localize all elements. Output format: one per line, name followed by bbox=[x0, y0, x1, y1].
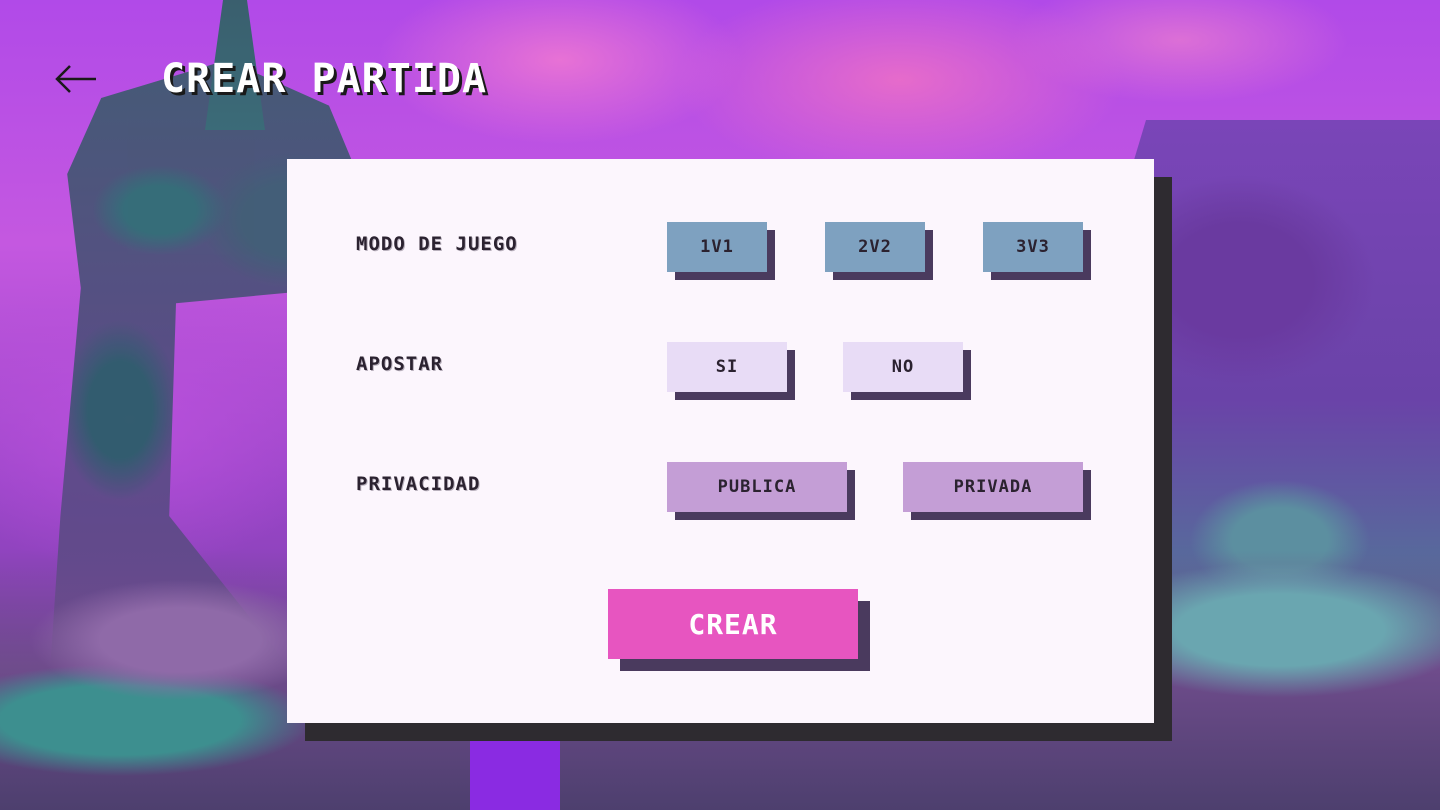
mode-2v2-button[interactable]: 2V2 bbox=[825, 222, 925, 272]
mode-1v1-button[interactable]: 1V1 bbox=[667, 222, 767, 272]
privacy-public-button[interactable]: PUBLICA bbox=[667, 462, 847, 512]
bet-no-button[interactable]: NO bbox=[843, 342, 963, 392]
page-title: CREAR PARTIDA bbox=[161, 56, 488, 102]
arrow-left-icon bbox=[55, 65, 96, 93]
create-button[interactable]: CREAR bbox=[608, 589, 858, 659]
privacy-private-button[interactable]: PRIVADA bbox=[903, 462, 1083, 512]
back-button[interactable] bbox=[54, 62, 100, 96]
create-match-panel: MODO DE JUEGO 1V1 2V2 3V3 APOSTAR SI NO … bbox=[287, 159, 1154, 723]
bet-label: APOSTAR bbox=[356, 353, 444, 375]
waterfall-art bbox=[470, 740, 560, 810]
mode-3v3-button[interactable]: 3V3 bbox=[983, 222, 1083, 272]
game-mode-label: MODO DE JUEGO bbox=[356, 233, 518, 255]
privacy-label: PRIVACIDAD bbox=[356, 473, 481, 495]
bet-yes-button[interactable]: SI bbox=[667, 342, 787, 392]
